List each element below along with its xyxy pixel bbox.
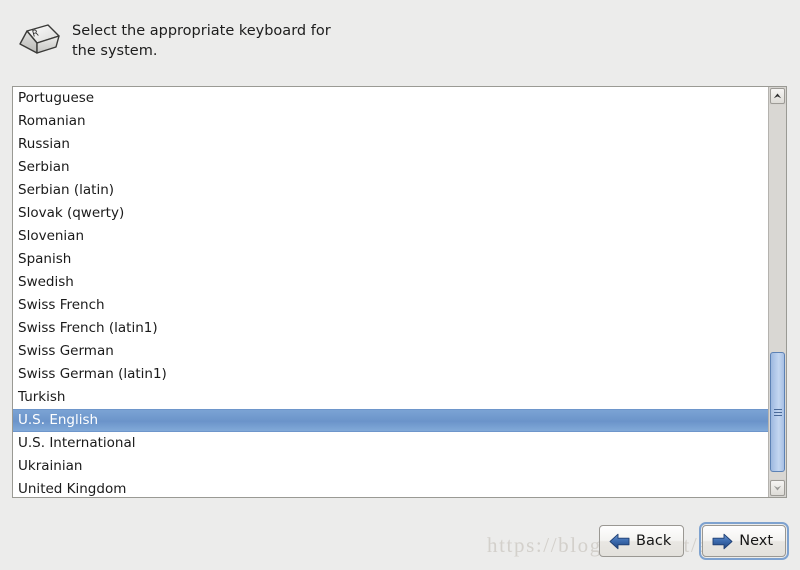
arrow-left-icon	[609, 533, 630, 549]
list-item[interactable]: Romanian	[13, 110, 768, 133]
list-item[interactable]: Swedish	[13, 271, 768, 294]
list-viewport[interactable]: Portuguese Romanian Russian Serbian Serbian …	[13, 87, 768, 497]
instruction-text: Select the appropriate keyboard for the …	[72, 23, 331, 59]
instruction-header: R Select the appropriate keyboard for th…	[0, 0, 800, 82]
dialog-button-bar: Back Next	[0, 512, 800, 570]
scrollbar-down-button[interactable]	[770, 480, 785, 496]
back-button-label: Back	[636, 533, 672, 549]
next-button[interactable]: Next	[699, 522, 789, 560]
list-item[interactable]: Ukrainian	[13, 455, 768, 478]
next-button-label: Next	[739, 533, 773, 549]
list-item[interactable]: Swiss French (latin1)	[13, 317, 768, 340]
scrollbar-track[interactable]	[769, 105, 786, 479]
list-item[interactable]: Spanish	[13, 248, 768, 271]
chevron-up-icon	[773, 93, 782, 99]
list-item[interactable]: Turkish	[13, 386, 768, 409]
list-item[interactable]: Slovak (qwerty)	[13, 202, 768, 225]
list-item[interactable]: U.S. English	[13, 409, 768, 432]
scrollbar-up-button[interactable]	[770, 88, 785, 104]
arrow-right-icon	[712, 533, 733, 549]
keyboard-keycap-icon: R	[14, 20, 62, 62]
keyboard-layout-list[interactable]: Portuguese Romanian Russian Serbian Serbian …	[12, 86, 787, 498]
list-item[interactable]: Portuguese	[13, 87, 768, 110]
list-item[interactable]: Swiss German (latin1)	[13, 363, 768, 386]
chevron-down-icon	[773, 485, 782, 491]
list-item[interactable]: United Kingdom	[13, 478, 768, 497]
list-item[interactable]: Russian	[13, 133, 768, 156]
list-item[interactable]: Serbian	[13, 156, 768, 179]
list-item[interactable]: U.S. International	[13, 432, 768, 455]
list-item[interactable]: Swiss French	[13, 294, 768, 317]
list-item[interactable]: Serbian (latin)	[13, 179, 768, 202]
list-item[interactable]: Slovenian	[13, 225, 768, 248]
back-button[interactable]: Back	[599, 525, 685, 557]
grip-lines-icon	[773, 407, 782, 418]
list-item[interactable]: Swiss German	[13, 340, 768, 363]
vertical-scrollbar[interactable]	[768, 87, 786, 497]
scrollbar-thumb[interactable]	[770, 352, 785, 472]
